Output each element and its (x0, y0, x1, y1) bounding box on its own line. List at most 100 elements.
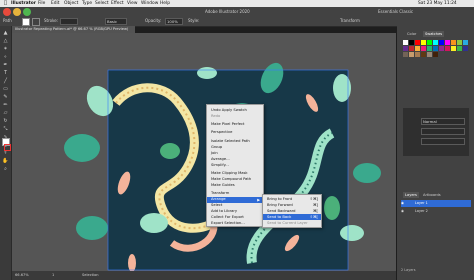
opacity-field[interactable]: 100% (165, 18, 183, 25)
menu-item-transform[interactable]: Transform (211, 191, 229, 196)
line-tool-icon[interactable]: ╱ (2, 78, 9, 84)
color-swatch[interactable] (463, 40, 468, 45)
tab-layers[interactable]: Layers (403, 192, 419, 198)
color-swatch[interactable] (421, 46, 426, 51)
stroke-color-icon[interactable] (4, 144, 11, 151)
fill-swatch[interactable] (22, 18, 30, 26)
color-swatch[interactable] (403, 46, 408, 51)
menu-item-perspective[interactable]: Perspective (211, 130, 232, 135)
menu-effect[interactable]: Effect (111, 0, 124, 7)
color-swatch[interactable] (409, 40, 414, 45)
color-swatch[interactable] (415, 46, 420, 51)
menu-item-clipping-mask[interactable]: Make Clipping Mask (211, 171, 248, 176)
menu-item-group[interactable]: Group (211, 145, 222, 150)
tab-artboards[interactable]: Artboards (421, 192, 443, 198)
menu-item-make-guides[interactable]: Make Guides (211, 183, 235, 188)
color-swatch[interactable] (427, 40, 432, 45)
layer-row[interactable]: ◉ Layer 2 (401, 208, 471, 215)
menu-select[interactable]: Select (95, 0, 109, 7)
color-swatch[interactable] (445, 40, 450, 45)
color-swatch[interactable] (457, 40, 462, 45)
color-swatch[interactable] (403, 52, 408, 57)
menu-item-arrange[interactable]: Arrange (211, 197, 226, 202)
color-swatch[interactable] (433, 52, 438, 57)
menu-item-collect-export[interactable]: Collect For Export (211, 215, 244, 220)
magic-wand-tool-icon[interactable]: ✶ (2, 46, 9, 52)
tab-swatches[interactable]: Swatches (423, 31, 445, 37)
tab-color[interactable]: Color (405, 31, 418, 37)
visibility-icon[interactable]: ◉ (401, 209, 404, 213)
apple-menu-icon[interactable]:  (4, 0, 7, 7)
color-swatch[interactable] (463, 46, 468, 51)
color-swatch[interactable] (415, 52, 420, 57)
color-swatch[interactable] (457, 46, 462, 51)
layer-row[interactable]: ◉ Layer 1 (401, 200, 471, 207)
color-swatch[interactable] (421, 40, 426, 45)
color-swatch[interactable] (427, 52, 432, 57)
stroke-weight-field[interactable] (60, 18, 78, 25)
zoom-tool-icon[interactable]: ⌕ (2, 166, 9, 172)
type-tool-icon[interactable]: T (2, 70, 9, 76)
menu-edit[interactable]: Edit (51, 0, 60, 7)
style-field[interactable]: Basic (105, 18, 127, 25)
menu-window[interactable]: Window (141, 0, 158, 7)
menu-item-compound-path[interactable]: Make Compound Path (211, 177, 251, 182)
app-menu[interactable]: Illustrator (11, 0, 36, 7)
color-swatch[interactable] (439, 46, 444, 51)
eraser-tool-icon[interactable]: ▱ (2, 110, 9, 116)
menu-item-isolate[interactable]: Isolate Selected Path (211, 139, 250, 144)
submenu-send-to-back[interactable]: Send to Back (267, 215, 291, 220)
menu-item-add-to-library[interactable]: Add to Library (211, 209, 237, 214)
menu-help[interactable]: Help (160, 0, 170, 7)
stroke-swatch[interactable] (32, 18, 40, 26)
color-swatch[interactable] (421, 52, 426, 57)
rectangle-tool-icon[interactable]: ▭ (2, 86, 9, 92)
menu-item-join[interactable]: Join (211, 151, 218, 156)
color-swatch[interactable] (451, 40, 456, 45)
selection-tool-icon[interactable]: ▲ (2, 30, 9, 36)
direct-selection-tool-icon[interactable]: △ (2, 38, 9, 44)
lasso-tool-icon[interactable]: ∘ (2, 54, 9, 60)
workspace-switcher[interactable]: Essentials Classic (378, 7, 413, 17)
pen-tool-icon[interactable]: ✒ (2, 62, 9, 68)
color-swatch[interactable] (433, 46, 438, 51)
rotate-tool-icon[interactable]: ↻ (2, 118, 9, 124)
artboard-number[interactable]: 1 (52, 271, 54, 280)
leaf-shape (64, 134, 100, 162)
color-swatch[interactable] (427, 46, 432, 51)
blend-mode-dropdown[interactable]: Normal (421, 118, 465, 125)
canvas-area[interactable] (12, 33, 396, 272)
menu-item-select[interactable]: Select (211, 203, 222, 208)
menu-type[interactable]: Type (82, 0, 92, 7)
minimize-window-icon[interactable] (13, 8, 21, 16)
menu-item-simplify[interactable]: Simplify... (211, 163, 229, 168)
scale-tool-icon[interactable]: ⤡ (2, 126, 9, 132)
transform-link[interactable]: Transform (340, 16, 360, 26)
opacity-field[interactable] (421, 128, 465, 135)
zoom-window-icon[interactable] (23, 8, 31, 16)
menu-item-undo[interactable]: Undo Apply Swatch (211, 108, 247, 113)
color-swatch[interactable] (409, 46, 414, 51)
document-tab[interactable]: Illustrator Repeating Pattern.ai* @ 66.6… (12, 26, 135, 33)
color-swatch[interactable] (415, 40, 420, 45)
color-swatch[interactable] (403, 40, 408, 45)
close-window-icon[interactable] (3, 8, 11, 16)
visibility-icon[interactable]: ◉ (401, 201, 404, 205)
pencil-tool-icon[interactable]: ✏ (2, 102, 9, 108)
color-swatch[interactable] (445, 46, 450, 51)
menu-view[interactable]: View (127, 0, 137, 7)
menu-item-pixel-perfect[interactable]: Make Pixel Perfect (211, 122, 245, 127)
align-field[interactable] (421, 138, 465, 145)
menu-item-average[interactable]: Average... (211, 157, 230, 162)
menu-item-export-selection[interactable]: Export Selection... (211, 221, 245, 226)
zoom-level[interactable]: 66.67% (15, 271, 29, 280)
submenu-bring-forward[interactable]: Bring Forward (267, 203, 293, 208)
color-swatch[interactable] (439, 40, 444, 45)
color-swatch[interactable] (433, 40, 438, 45)
paintbrush-tool-icon[interactable]: ✎ (2, 94, 9, 100)
menu-object[interactable]: Object (64, 0, 78, 7)
menu-file[interactable]: File (38, 0, 45, 7)
hand-tool-icon[interactable]: ✋ (2, 158, 9, 164)
color-swatch[interactable] (409, 52, 414, 57)
color-swatch[interactable] (451, 46, 456, 51)
